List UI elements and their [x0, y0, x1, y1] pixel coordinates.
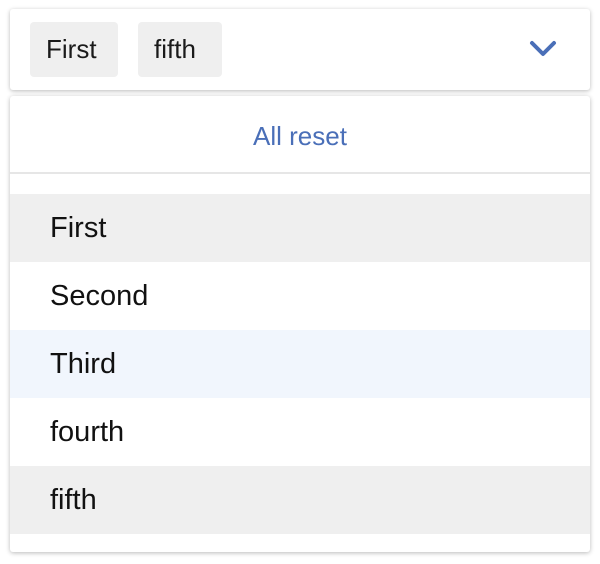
option-fifth[interactable]: fifth [10, 466, 590, 534]
chevron-down-icon[interactable] [528, 36, 558, 60]
multi-select-widget: First fifth All reset First Second Third… [0, 0, 600, 564]
option-first[interactable]: First [10, 194, 590, 262]
selected-chip-first[interactable]: First [30, 22, 118, 77]
all-reset-button[interactable]: All reset [10, 96, 590, 174]
selected-chip-fifth[interactable]: fifth [138, 22, 222, 77]
option-second[interactable]: Second [10, 262, 590, 330]
dropdown-menu: All reset First Second Third fourth fift… [10, 96, 590, 552]
multi-select-control[interactable]: First fifth [10, 9, 590, 90]
option-third[interactable]: Third [10, 330, 590, 398]
option-fourth[interactable]: fourth [10, 398, 590, 466]
